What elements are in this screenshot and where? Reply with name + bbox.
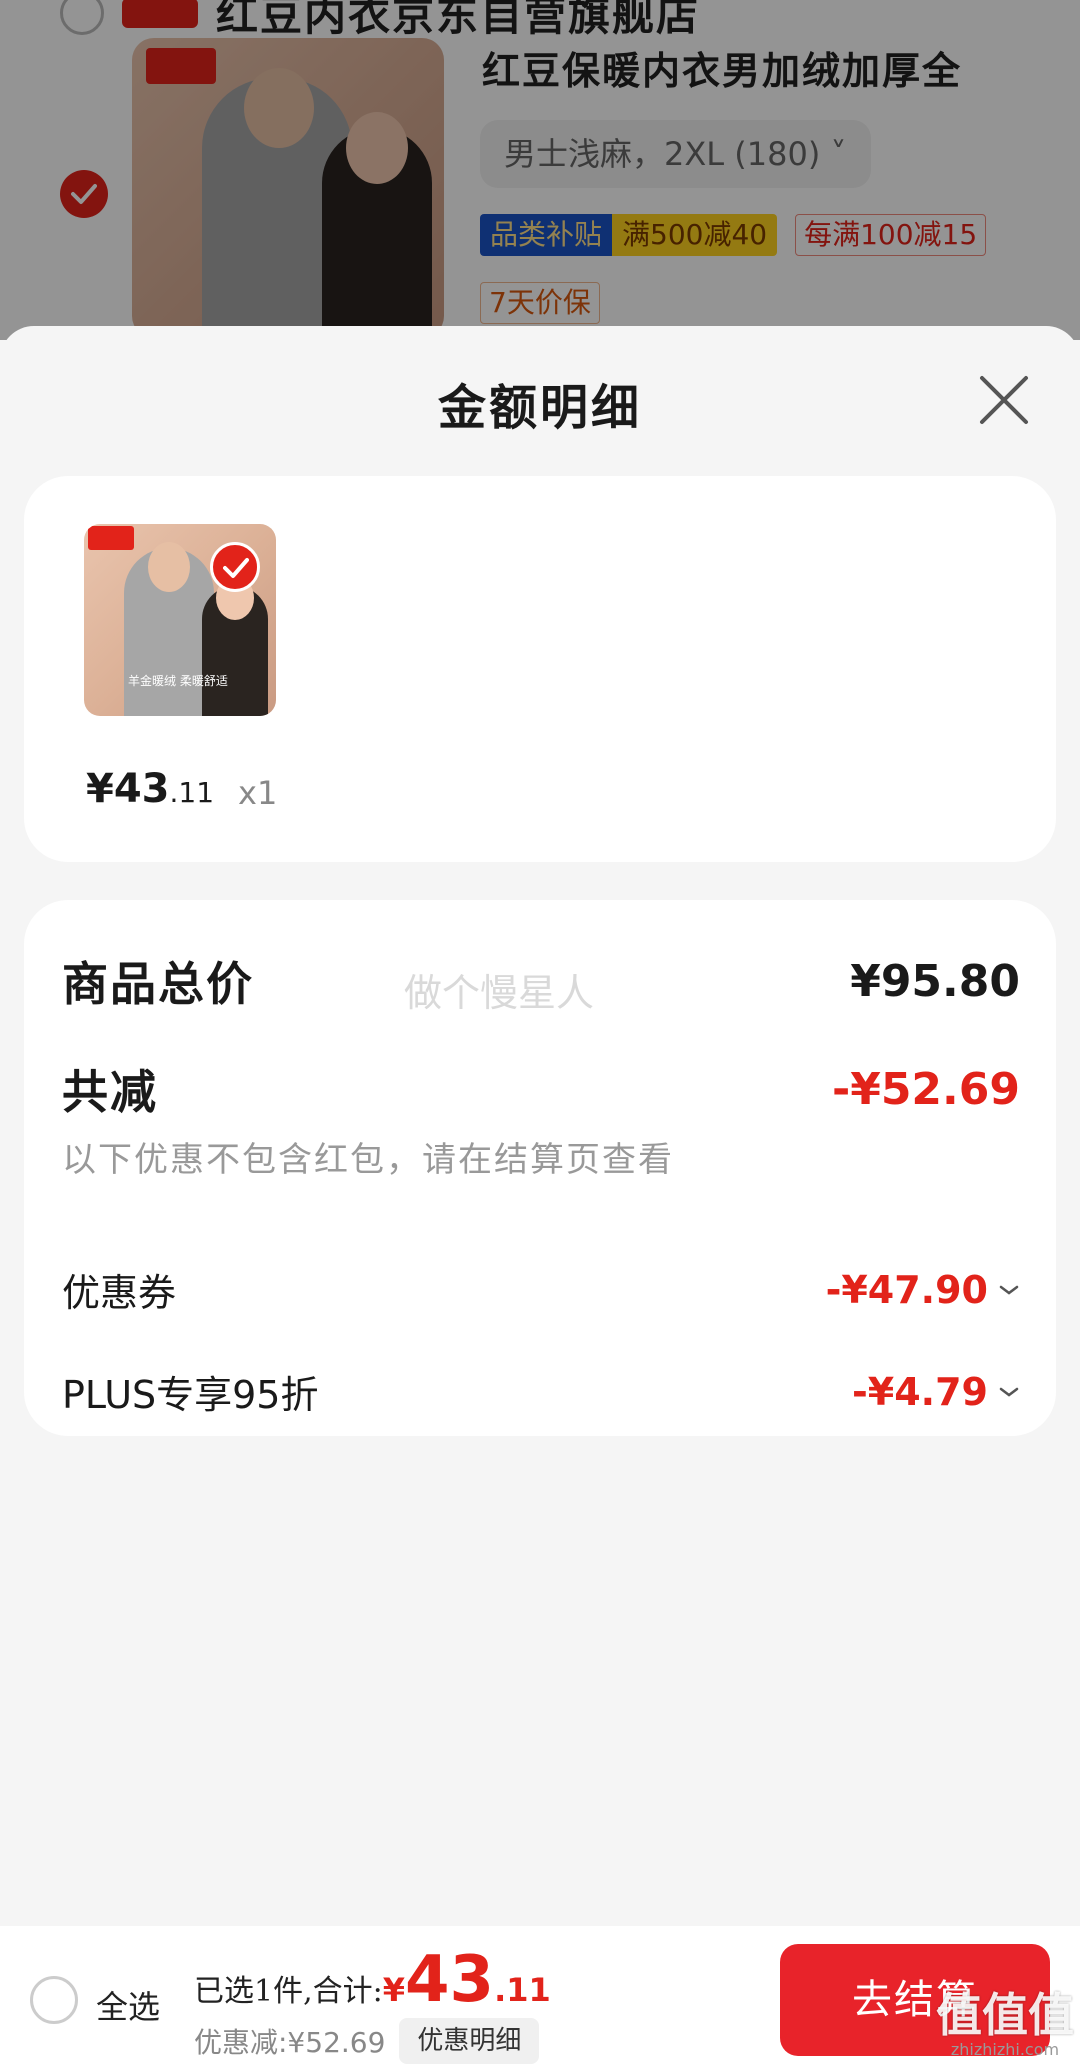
item-price-integer: ¥43 (86, 766, 170, 812)
background-cart: 红豆内衣京东自营旗舰店 红豆保暖内衣男加绒加厚全 男士浅麻，2XL (180) … (0, 0, 1080, 340)
total-discount-row: 共减 -¥52.69 (62, 1056, 1020, 1122)
total-discount-label: 共减 (62, 1065, 158, 1119)
price-breakdown-card: 商品总价 ¥95.80 做个慢星人 共减 -¥52.69 以下优惠不包含红包，请… (24, 900, 1056, 1436)
brand-logo (88, 526, 134, 550)
thumbnail-caption: 羊金暖绒 柔暖舒适 (128, 674, 228, 688)
chevron-down-icon[interactable] (998, 1385, 1020, 1399)
select-all-label[interactable]: 全选 (96, 1982, 160, 2028)
plus-discount-value: -¥4.79 (852, 1370, 1020, 1414)
plus-discount-label: PLUS专享95折 (62, 1373, 319, 1417)
checkout-bar: 全选 已选1件,合计: ¥ 43 .11 优惠减:¥52.69 优惠明细 去结算 (0, 1926, 1080, 2072)
close-icon (980, 376, 1028, 424)
discount-summary: 优惠减:¥52.69 优惠明细 (194, 2018, 540, 2064)
coupon-row[interactable]: 优惠券 -¥47.90 (62, 1262, 1020, 1317)
discount-summary-text: 优惠减:¥52.69 (194, 2026, 386, 2059)
item-quantity: x1 (238, 774, 278, 812)
site-watermark-mark: 值值值 (936, 1988, 1074, 2042)
sheet-title: 金额明细 (437, 380, 642, 436)
plus-discount-amount: -¥4.79 (852, 1369, 988, 1414)
item-price: ¥43.11 (86, 766, 214, 812)
items-card: 羊金暖绒 柔暖舒适 ¥43.11 x1 (24, 476, 1056, 862)
site-watermark-url: zhizhizhi.com (950, 2040, 1060, 2059)
total-price-label: 商品总价 (62, 957, 254, 1011)
discount-detail-button[interactable]: 优惠明细 (399, 2018, 540, 2064)
summary-total-integer: 43 (405, 1943, 495, 2017)
check-icon (223, 558, 249, 578)
close-button[interactable] (974, 370, 1034, 430)
coupon-label: 优惠券 (62, 1271, 177, 1315)
overlay-dim[interactable] (0, 0, 1080, 340)
site-watermark: 值值值 zhizhizhi.com (930, 1990, 1080, 2070)
summary-currency: ¥ (382, 1971, 405, 2009)
coupon-value: -¥47.90 (826, 1268, 1020, 1312)
amount-detail-sheet: 金额明细 羊金暖绒 柔暖舒适 ¥43.11 x1 商品总价 ¥95.80 做个慢… (0, 326, 1080, 2072)
selection-summary: 已选1件,合计: ¥ 43 .11 (194, 1948, 551, 2012)
chevron-down-icon[interactable] (998, 1283, 1020, 1297)
user-watermark: 做个慢星人 (404, 971, 595, 1015)
discount-note: 以下优惠不包含红包，请在结算页查看 (62, 1140, 674, 1180)
summary-text: 已选1件,合计: (194, 1974, 383, 2009)
plus-discount-row[interactable]: PLUS专享95折 -¥4.79 (62, 1364, 1020, 1419)
total-discount-value: -¥52.69 (831, 1063, 1020, 1115)
item-selected-badge (210, 542, 260, 592)
item-price-decimal: .11 (169, 776, 215, 809)
coupon-amount: -¥47.90 (825, 1267, 988, 1312)
summary-total-decimal: .11 (494, 1971, 551, 2009)
select-all-radio[interactable] (30, 1976, 78, 2024)
total-price-value: ¥95.80 (850, 955, 1020, 1007)
